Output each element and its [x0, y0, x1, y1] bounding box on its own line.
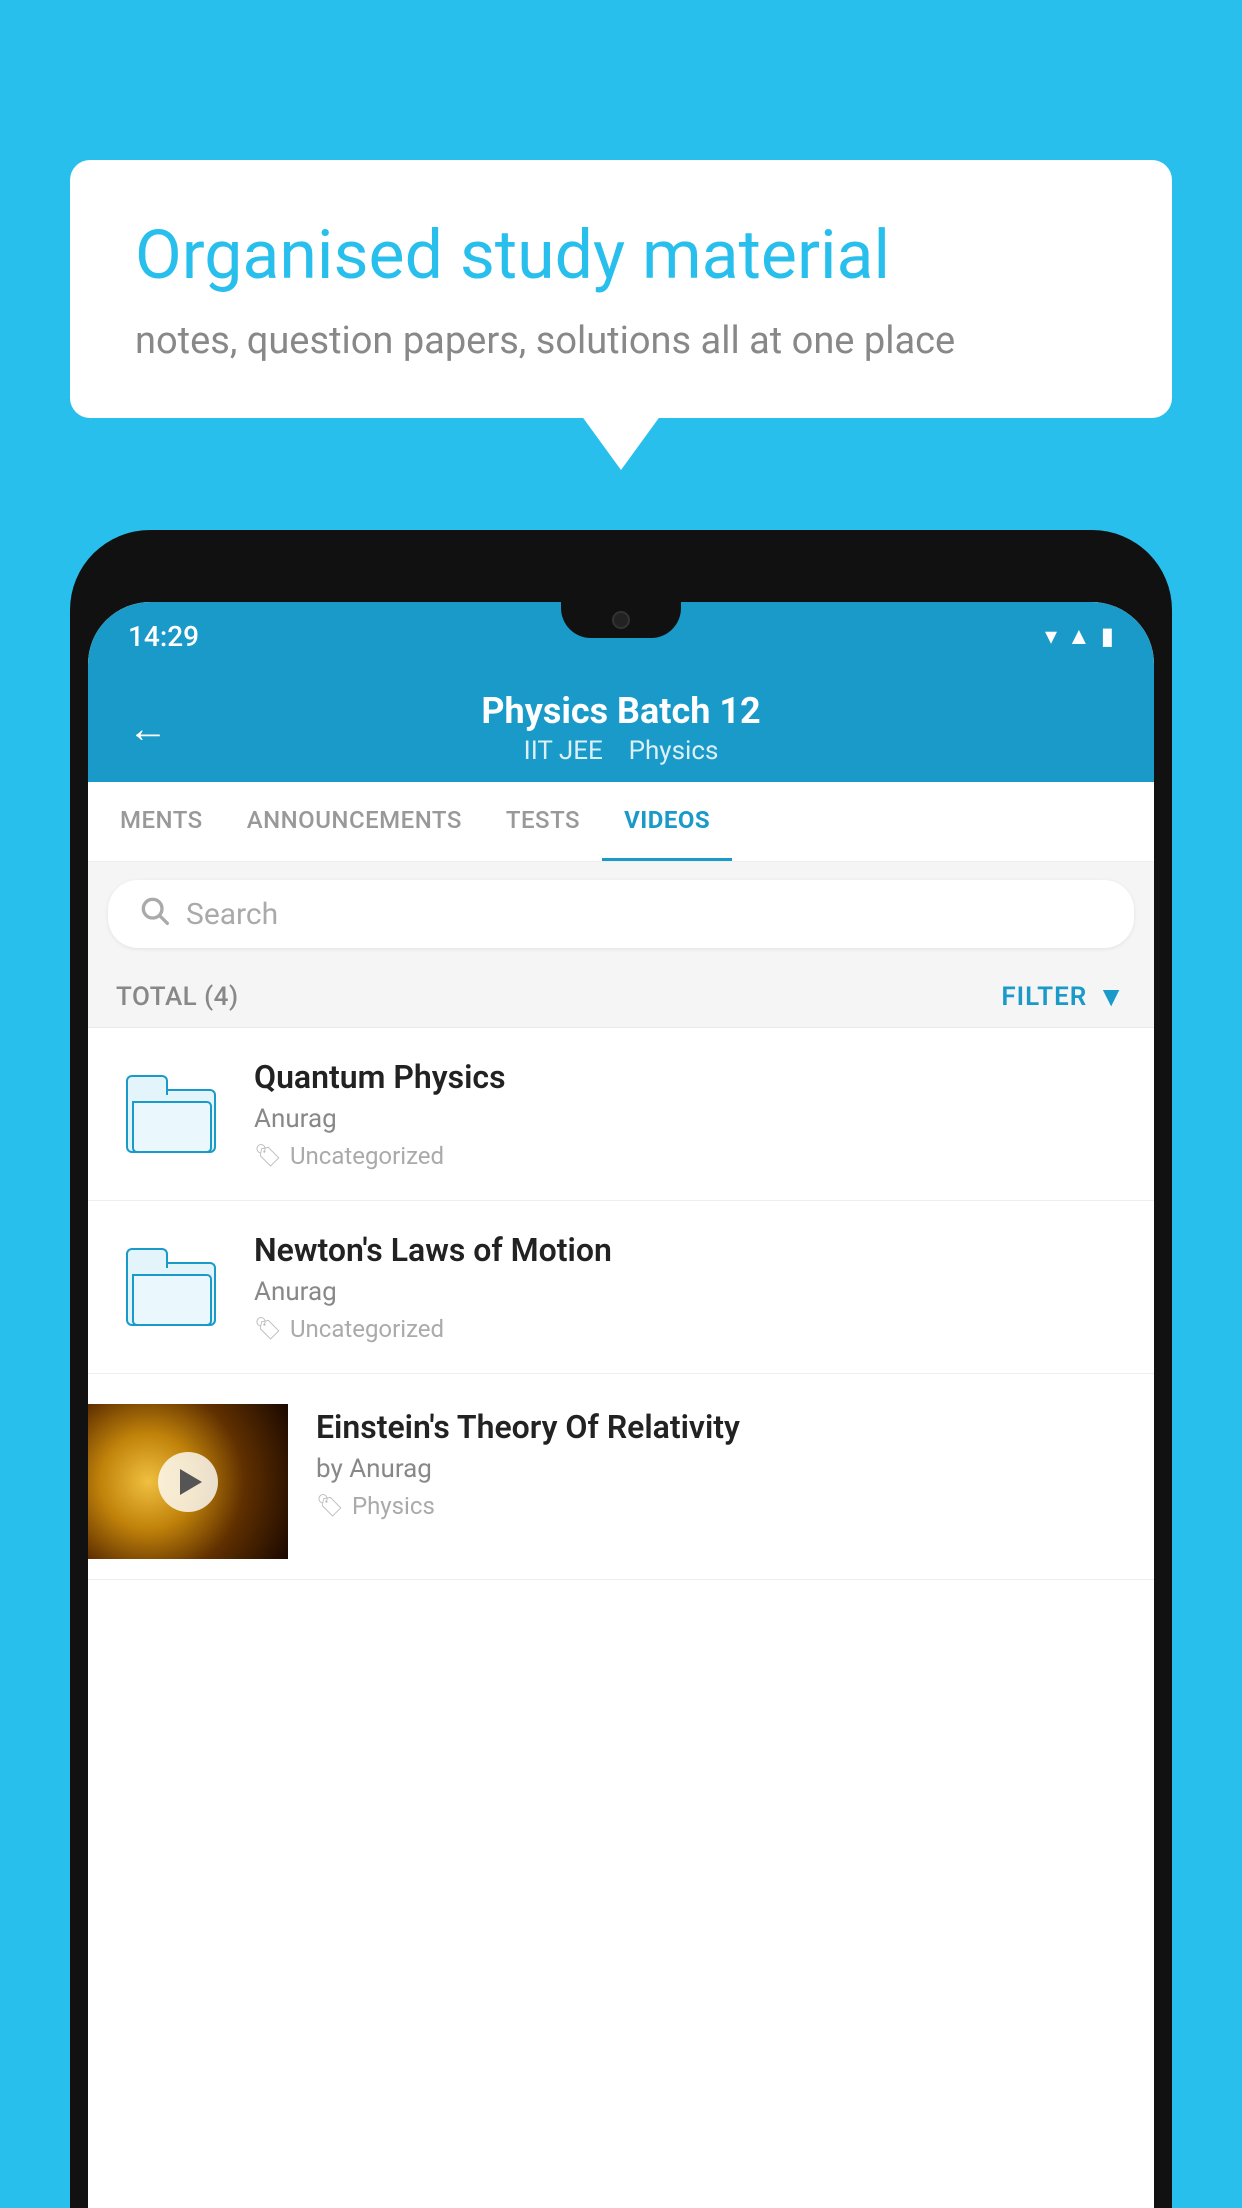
search-bar-container: Search [88, 862, 1154, 966]
tag-label-1: Uncategorized [290, 1315, 444, 1343]
tab-announcements[interactable]: ANNOUNCEMENTS [225, 782, 484, 861]
video-info-2: Einstein's Theory Of Relativity by Anura… [316, 1404, 1126, 1520]
video-tag-2: 🏷 Physics [316, 1492, 1126, 1520]
video-tag-0: 🏷 Uncategorized [254, 1142, 1126, 1170]
video-info-1: Newton's Laws of Motion Anurag 🏷 Uncateg… [254, 1231, 1126, 1343]
tag-label-2: Physics [352, 1492, 435, 1520]
header-tag-physics: Physics [629, 736, 719, 766]
camera-dot [612, 611, 630, 629]
speech-bubble-container: Organised study material notes, question… [70, 160, 1172, 418]
play-button[interactable] [158, 1452, 218, 1512]
video-title-1: Newton's Laws of Motion [254, 1231, 1126, 1269]
signal-icon: ▲ [1067, 622, 1091, 651]
header-tag-iit: IIT JEE [524, 736, 603, 766]
wifi-icon: ▾ [1045, 622, 1057, 650]
filter-button[interactable]: FILTER ▼ [1001, 980, 1126, 1013]
folder-icon [126, 1248, 216, 1326]
video-author-2: by Anurag [316, 1454, 1126, 1484]
battery-icon: ▮ [1101, 622, 1114, 650]
search-icon [138, 894, 170, 934]
bubble-subtitle: notes, question papers, solutions all at… [135, 319, 1107, 363]
tag-label-0: Uncategorized [290, 1142, 444, 1170]
video-title-0: Quantum Physics [254, 1058, 1126, 1096]
video-info-0: Quantum Physics Anurag 🏷 Uncategorized [254, 1058, 1126, 1170]
phone-screen: 14:29 ▾ ▲ ▮ ← Physics Batch 12 IIT JEE P… [88, 602, 1154, 2208]
video-tag-1: 🏷 Uncategorized [254, 1315, 1126, 1343]
folder-icon [126, 1075, 216, 1153]
bubble-title: Organised study material [135, 215, 1107, 297]
video-thumbnail-2 [88, 1404, 288, 1559]
total-count-label: TOTAL (4) [116, 982, 239, 1012]
total-filter-bar: TOTAL (4) FILTER ▼ [88, 966, 1154, 1028]
status-icons: ▾ ▲ ▮ [1045, 622, 1114, 651]
filter-icon: ▼ [1097, 980, 1126, 1013]
video-author-0: Anurag [254, 1104, 1126, 1134]
filter-label: FILTER [1001, 982, 1087, 1012]
video-thumb-1 [116, 1232, 226, 1342]
tag-icon: 🏷 [254, 1144, 282, 1169]
app-header: ← Physics Batch 12 IIT JEE Physics [88, 670, 1154, 782]
tag-icon: 🏷 [254, 1317, 282, 1342]
back-button[interactable]: ← [128, 705, 168, 752]
header-tags: IIT JEE Physics [198, 736, 1044, 766]
phone-frame: 14:29 ▾ ▲ ▮ ← Physics Batch 12 IIT JEE P… [70, 530, 1172, 2208]
play-icon [180, 1469, 202, 1495]
search-input-placeholder: Search [186, 897, 278, 932]
header-title-area: Physics Batch 12 IIT JEE Physics [198, 690, 1044, 766]
tab-ments[interactable]: MENTS [98, 782, 225, 861]
video-list: Quantum Physics Anurag 🏷 Uncategorized [88, 1028, 1154, 1580]
list-item[interactable]: Quantum Physics Anurag 🏷 Uncategorized [88, 1028, 1154, 1201]
status-time: 14:29 [128, 620, 199, 653]
tag-icon: 🏷 [316, 1494, 344, 1519]
list-item[interactable]: Einstein's Theory Of Relativity by Anura… [88, 1374, 1154, 1580]
video-author-1: Anurag [254, 1277, 1126, 1307]
header-title: Physics Batch 12 [198, 690, 1044, 732]
tab-tests[interactable]: TESTS [484, 782, 602, 861]
list-item[interactable]: Newton's Laws of Motion Anurag 🏷 Uncateg… [88, 1201, 1154, 1374]
tab-videos[interactable]: VIDEOS [602, 782, 732, 861]
video-title-2: Einstein's Theory Of Relativity [316, 1408, 1126, 1446]
speech-bubble: Organised study material notes, question… [70, 160, 1172, 418]
search-bar[interactable]: Search [108, 880, 1134, 948]
notch [561, 602, 681, 638]
tabs-bar: MENTS ANNOUNCEMENTS TESTS VIDEOS [88, 782, 1154, 862]
video-thumb-0 [116, 1059, 226, 1169]
thumb-background [88, 1404, 288, 1559]
